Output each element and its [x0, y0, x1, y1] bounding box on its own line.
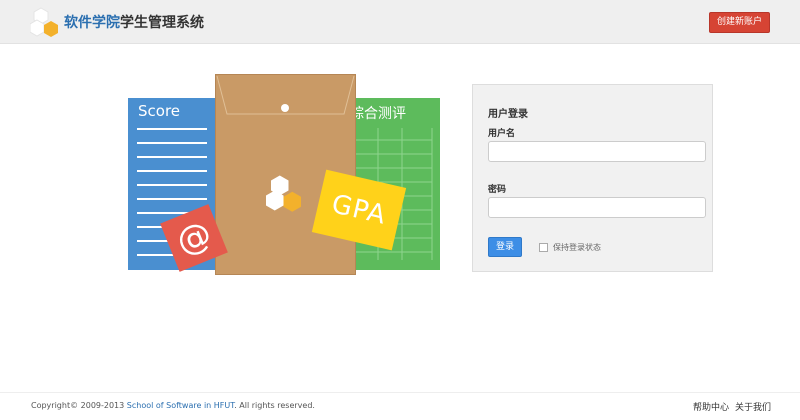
score-card-title: Score [138, 102, 181, 120]
score-line [137, 142, 207, 144]
hexagon-logo-icon [30, 7, 58, 37]
create-account-button[interactable]: 创建新账户 [709, 12, 770, 33]
login-button[interactable]: 登录 [488, 237, 522, 257]
brand-highlight: 软件学院 [64, 15, 120, 31]
top-header: 软件学院学生管理系统 创建新账户 [0, 0, 800, 44]
password-input[interactable] [488, 197, 706, 218]
score-line [137, 184, 207, 186]
evaluation-card-title: 综合测评 [350, 106, 406, 122]
hexagon-emblem-icon [266, 175, 301, 212]
score-line [137, 198, 207, 200]
remember-me[interactable]: 保持登录状态 [539, 242, 601, 253]
remember-label: 保持登录状态 [553, 243, 601, 252]
copyright-prefix: Copyright© 2009-2013 [31, 401, 127, 410]
brand-rest: 学生管理系统 [120, 15, 204, 31]
login-page: 软件学院学生管理系统 创建新账户 Score 综合测评 @ GPA 用户登录 用… [0, 0, 800, 420]
page-footer: Copyright© 2009-2013 School of Software … [0, 392, 800, 420]
login-panel: 用户登录 用户名 密码 登录 保持登录状态 [472, 84, 713, 272]
gpa-label: GPA [328, 189, 390, 231]
about-us-link[interactable]: 关于我们 [735, 400, 771, 413]
copyright-text: Copyright© 2009-2013 School of Software … [31, 401, 315, 410]
remember-checkbox[interactable] [539, 243, 548, 252]
username-label: 用户名 [488, 129, 516, 139]
hero-illustration: Score 综合测评 @ GPA [128, 72, 440, 284]
school-link[interactable]: School of Software in HFUT [127, 401, 234, 410]
password-label: 密码 [488, 185, 507, 195]
login-title: 用户登录 [488, 109, 528, 120]
copyright-suffix: . All rights reserved. [234, 401, 315, 410]
at-symbol: @ [170, 213, 218, 263]
username-input[interactable] [488, 141, 706, 162]
score-line [137, 156, 207, 158]
score-line [137, 128, 207, 130]
help-center-link[interactable]: 帮助中心 [693, 400, 729, 413]
app-title: 软件学院学生管理系统 [64, 12, 204, 32]
score-line [137, 170, 207, 172]
